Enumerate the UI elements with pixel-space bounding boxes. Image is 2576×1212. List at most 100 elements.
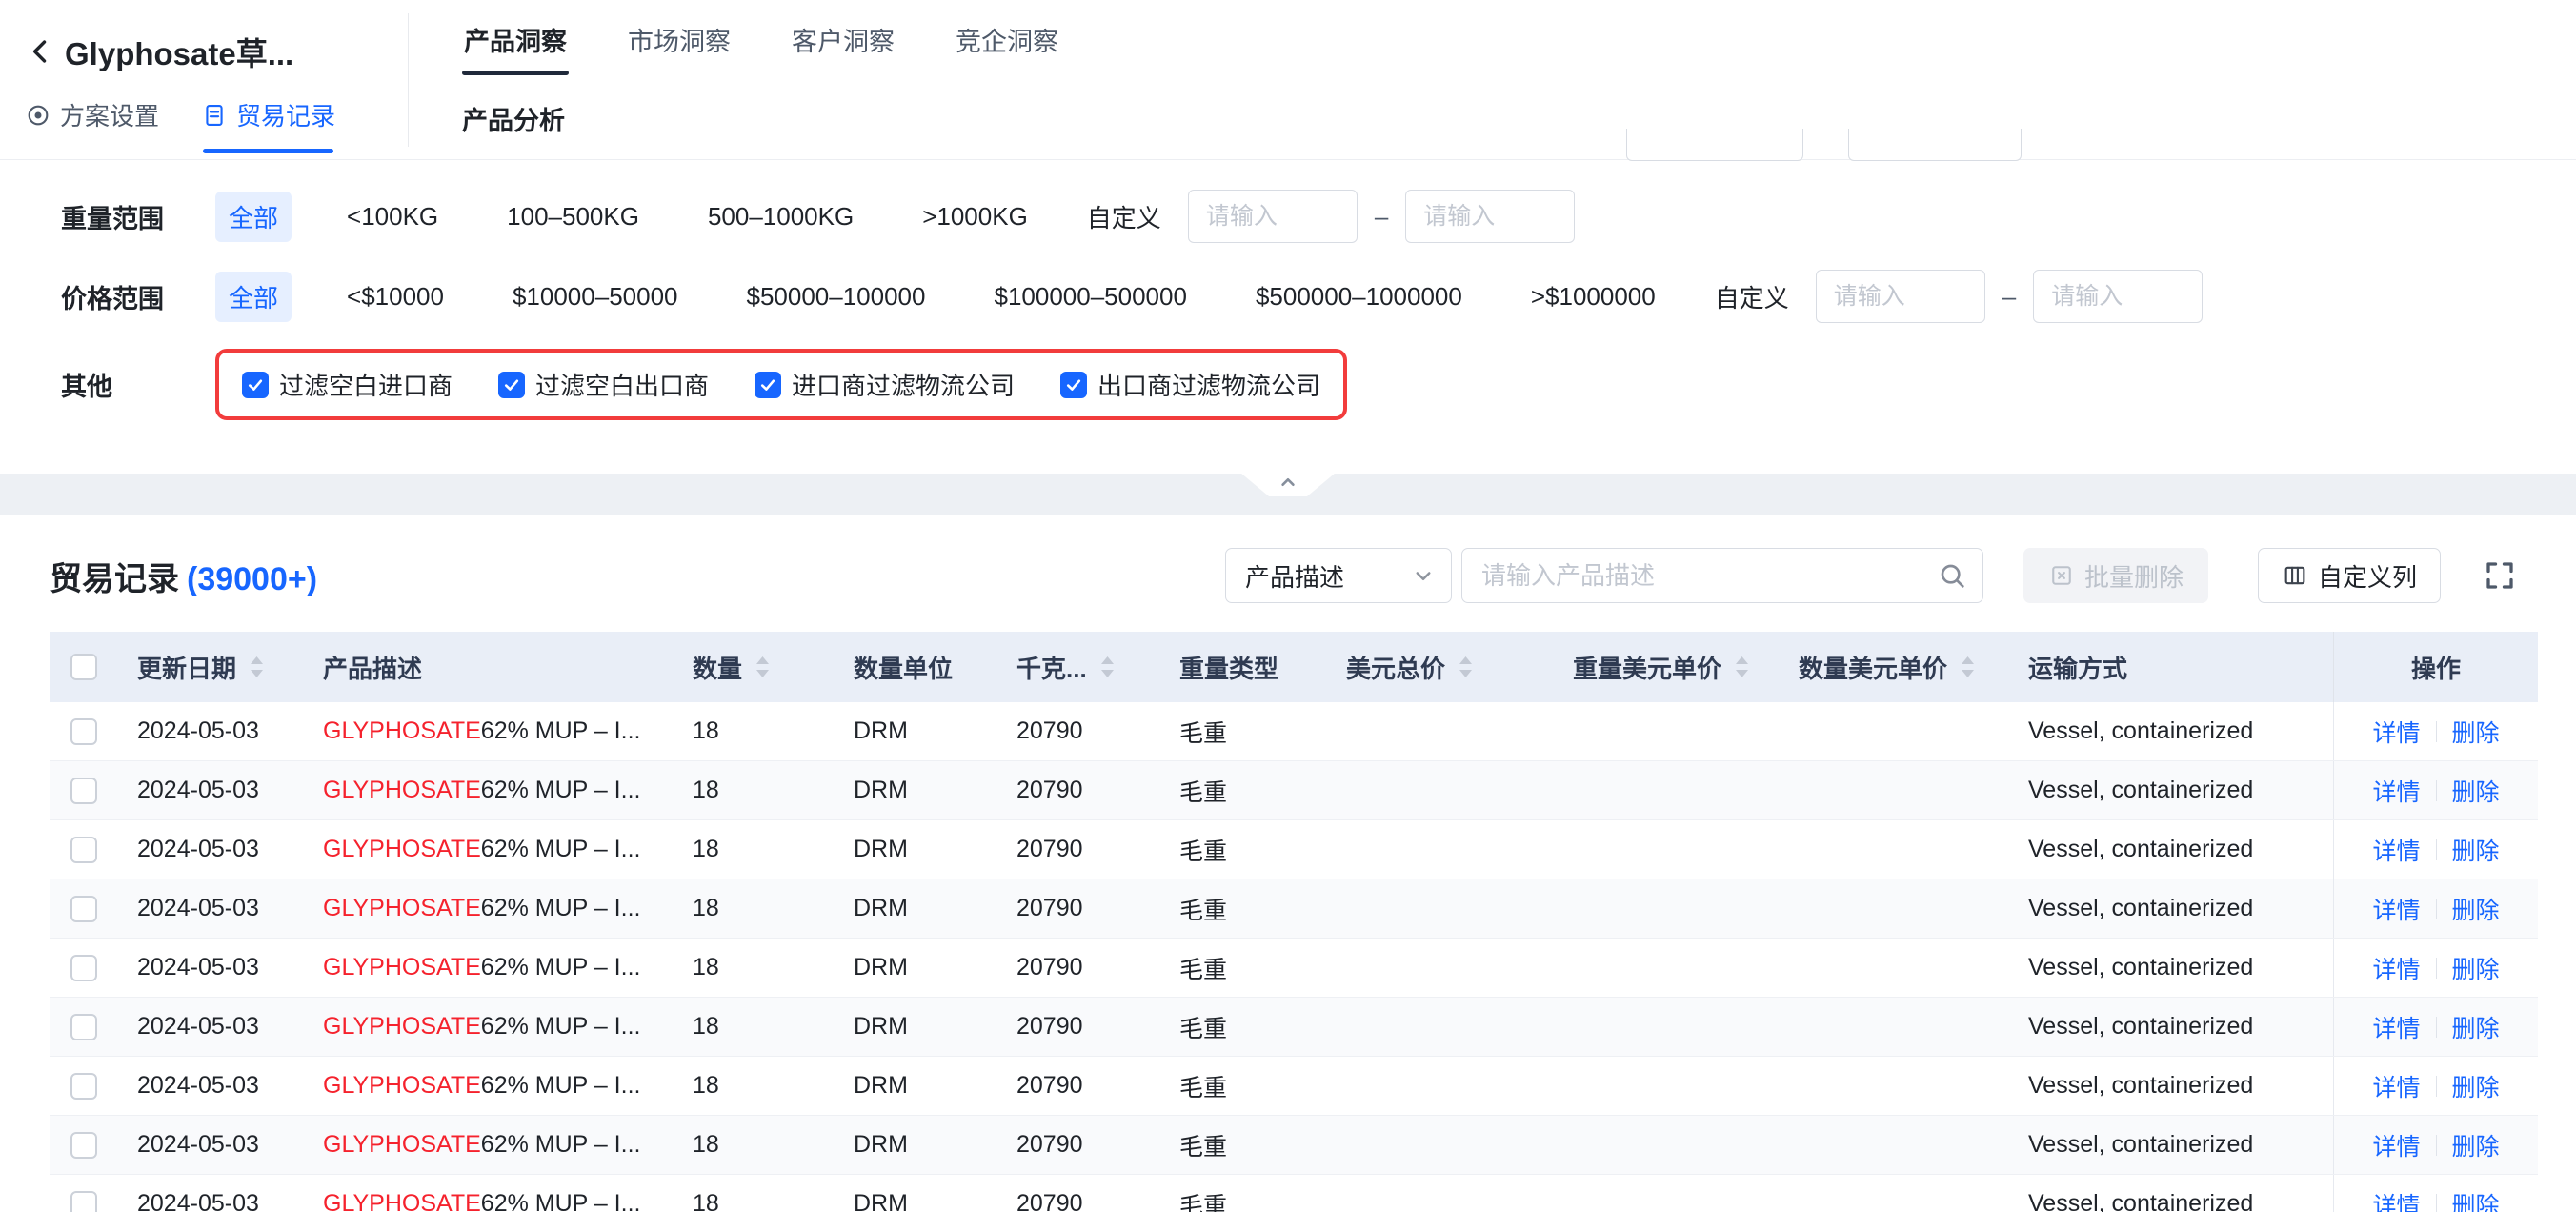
detail-link[interactable]: 详情	[2372, 833, 2420, 867]
detail-link[interactable]: 详情	[2372, 1187, 2420, 1212]
column-header[interactable]: 重量类型	[1160, 632, 1327, 702]
row-checkbox[interactable]	[70, 718, 97, 745]
column-header[interactable]: 数量	[674, 632, 835, 702]
delete-link[interactable]: 删除	[2452, 833, 2500, 867]
column-header[interactable]: 千克...	[997, 632, 1160, 702]
cell-total-usd	[1327, 939, 1554, 997]
filter-option[interactable]: 100–500KG	[493, 194, 653, 239]
filter-option[interactable]: >$1000000	[1518, 274, 1669, 319]
delete-link[interactable]: 删除	[2452, 892, 2500, 926]
filter-checkbox-label: 出口商过滤物流公司	[1097, 367, 1320, 402]
filter-option[interactable]: 500–1000KG	[694, 194, 867, 239]
main-nav-tab[interactable]: 客户洞察	[790, 0, 896, 75]
column-header[interactable]: 运输方式	[2009, 632, 2333, 702]
cell-usd-per-weight	[1554, 1057, 1780, 1115]
cell-usd-per-weight	[1554, 702, 1780, 760]
delete-link[interactable]: 删除	[2452, 715, 2500, 749]
delete-link[interactable]: 删除	[2452, 1069, 2500, 1103]
row-checkbox[interactable]	[70, 896, 97, 922]
row-checkbox-cell	[50, 879, 118, 938]
back-chevron-icon[interactable]	[25, 35, 57, 68]
table-body: 2024-05-03 GLYPHOSATE 62% MUP – I... 18 …	[50, 702, 2538, 1212]
column-header[interactable]: 重量美元单价	[1554, 632, 1780, 702]
price-max-input[interactable]	[2033, 270, 2203, 323]
filter-option[interactable]: 全部	[215, 192, 292, 242]
clipped-input-right[interactable]	[1848, 129, 2022, 161]
custom-columns-button[interactable]: 自定义列	[2258, 548, 2441, 603]
filter-option[interactable]: >1000KG	[909, 194, 1041, 239]
columns-icon	[2282, 562, 2308, 589]
row-checkbox[interactable]	[70, 778, 97, 804]
row-checkbox[interactable]	[70, 1014, 97, 1040]
column-header[interactable]: 数量单位	[835, 632, 997, 702]
collapse-filters-handle[interactable]	[1240, 473, 1336, 496]
subnav-item-plan-settings[interactable]: 方案设置	[25, 97, 159, 132]
sort-icon[interactable]	[1959, 654, 1977, 680]
detail-link[interactable]: 详情	[2372, 1128, 2420, 1162]
subnav-item-trade-records[interactable]: 贸易记录	[201, 97, 335, 132]
weight-max-input[interactable]	[1405, 190, 1575, 243]
column-header[interactable]: 操作	[2333, 632, 2538, 702]
search-icon[interactable]	[1937, 560, 1967, 591]
filter-option[interactable]: $50000–100000	[734, 274, 939, 319]
filter-checkbox-item[interactable]: 过滤空白出口商	[498, 367, 709, 402]
table-row: 2024-05-03 GLYPHOSATE 62% MUP – I... 18 …	[50, 1175, 2538, 1212]
filter-option-label: 500–1000KG	[708, 202, 854, 231]
sort-icon[interactable]	[1733, 654, 1751, 680]
sort-icon[interactable]	[1098, 654, 1117, 680]
delete-link[interactable]: 删除	[2452, 1128, 2500, 1162]
price-min-input[interactable]	[1816, 270, 1985, 323]
main-nav-tab[interactable]: 产品洞察	[462, 0, 569, 75]
filter-option[interactable]: 全部	[215, 272, 292, 322]
search-input[interactable]	[1481, 561, 1937, 591]
table-row: 2024-05-03 GLYPHOSATE 62% MUP – I... 18 …	[50, 761, 2538, 820]
detail-link[interactable]: 详情	[2372, 892, 2420, 926]
row-checkbox[interactable]	[70, 837, 97, 863]
delete-link[interactable]: 删除	[2452, 1187, 2500, 1212]
cell-weight-type: 毛重	[1160, 820, 1327, 879]
sort-icon[interactable]	[248, 654, 266, 680]
cell-usd-per-weight	[1554, 998, 1780, 1056]
tab-product-analysis[interactable]: 产品分析	[462, 107, 565, 135]
custom-range-label: 自定义	[1715, 279, 1789, 314]
column-header[interactable]: 更新日期	[118, 632, 304, 702]
delete-link[interactable]: 删除	[2452, 774, 2500, 808]
weight-min-input[interactable]	[1188, 190, 1358, 243]
detail-link[interactable]: 详情	[2372, 1010, 2420, 1044]
detail-link[interactable]: 详情	[2372, 951, 2420, 985]
row-checkbox[interactable]	[70, 1073, 97, 1100]
sort-icon[interactable]	[754, 654, 772, 680]
row-checkbox[interactable]	[70, 1132, 97, 1159]
detail-link[interactable]: 详情	[2372, 1069, 2420, 1103]
filter-option[interactable]: $100000–500000	[980, 274, 1199, 319]
filter-checkbox-item[interactable]: 出口商过滤物流公司	[1060, 367, 1320, 402]
search-field-select[interactable]: 产品描述	[1225, 548, 1452, 603]
fullscreen-icon[interactable]	[2483, 558, 2517, 593]
filter-option[interactable]: <100KG	[333, 194, 452, 239]
filter-option[interactable]: $10000–50000	[499, 274, 692, 319]
column-header[interactable]: 美元总价	[1327, 632, 1554, 702]
column-header[interactable]: 数量美元单价	[1780, 632, 2009, 702]
filter-option-label: $50000–100000	[747, 282, 926, 311]
main-nav-tab[interactable]: 市场洞察	[626, 0, 733, 75]
delete-link[interactable]: 删除	[2452, 1010, 2500, 1044]
batch-delete-button[interactable]: 批量删除	[2023, 548, 2208, 603]
select-all-checkbox[interactable]	[70, 654, 97, 680]
main-nav-tab[interactable]: 竞企洞察	[954, 0, 1060, 75]
sort-icon[interactable]	[1457, 654, 1475, 680]
detail-link[interactable]: 详情	[2372, 715, 2420, 749]
filter-checkbox-item[interactable]: 进口商过滤物流公司	[755, 367, 1015, 402]
column-header[interactable]: 产品描述	[304, 632, 674, 702]
row-checkbox-cell	[50, 1057, 118, 1115]
delete-link[interactable]: 删除	[2452, 951, 2500, 985]
search-box	[1461, 548, 1983, 603]
row-checkbox[interactable]	[70, 1191, 97, 1212]
filter-checkbox-item[interactable]: 过滤空白进口商	[242, 367, 453, 402]
clipped-input-left[interactable]	[1626, 129, 1803, 161]
row-checkbox-cell	[50, 702, 118, 760]
filter-option[interactable]: $500000–1000000	[1242, 274, 1476, 319]
filter-option[interactable]: <$10000	[333, 274, 457, 319]
row-checkbox[interactable]	[70, 955, 97, 981]
product-keyword-highlight: GLYPHOSATE	[323, 1190, 481, 1212]
detail-link[interactable]: 详情	[2372, 774, 2420, 808]
